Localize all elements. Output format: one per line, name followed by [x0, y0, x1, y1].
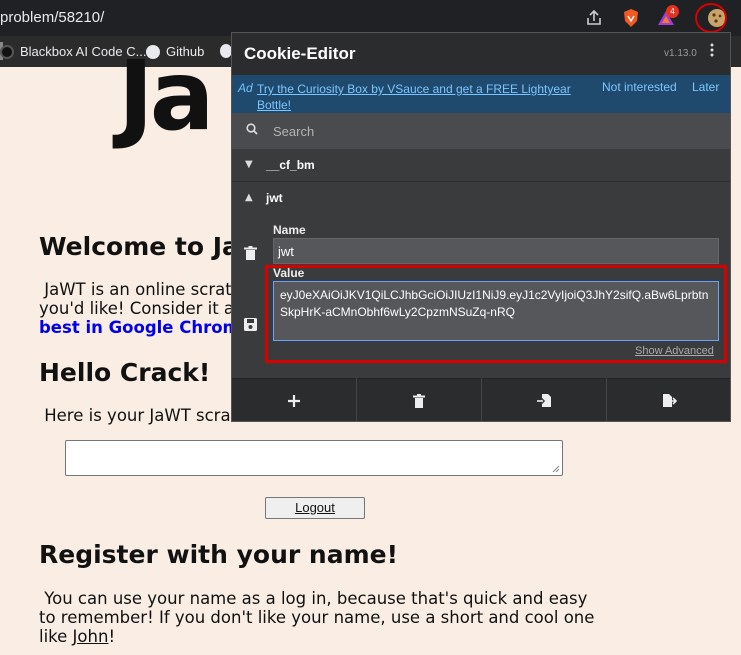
- browser-recommendation-link[interactable]: best in Google Chrom: [39, 318, 240, 337]
- cookie-row-jwt[interactable]: ▲ jwt: [232, 182, 730, 215]
- search-icon: [246, 123, 258, 135]
- name-label: Name: [273, 223, 306, 237]
- plus-icon: [288, 394, 300, 407]
- register-line3-suffix: !: [108, 627, 116, 646]
- delete-all-button[interactable]: [357, 378, 482, 421]
- cookie-row-cf-bm[interactable]: ▼ __cf_bm: [232, 149, 730, 182]
- chevron-up-icon: ▲: [245, 192, 253, 203]
- scratchpad-textarea[interactable]: [65, 440, 563, 476]
- kebab-menu-icon[interactable]: [708, 43, 716, 61]
- share-icon[interactable]: [583, 7, 605, 29]
- register-name-example: John: [72, 627, 109, 646]
- ad-not-interested-button[interactable]: Not interested: [602, 80, 677, 94]
- cookie-name-input[interactable]: jwt: [273, 238, 719, 264]
- scratchpad-intro: Here is your JaWT scrat: [39, 406, 237, 425]
- popup-title: Cookie-Editor: [244, 44, 356, 63]
- address-bar-url[interactable]: problem/58210/: [0, 9, 104, 26]
- ad-link[interactable]: Try the Curiosity Box by VSauce and get …: [257, 81, 597, 113]
- import-icon: [536, 394, 551, 407]
- blackbox-icon: [0, 44, 14, 59]
- export-icon: [663, 394, 677, 407]
- search-input[interactable]: Search: [273, 124, 314, 139]
- cookie-name: __cf_bm: [266, 158, 315, 172]
- logout-button[interactable]: Logout: [265, 497, 365, 519]
- brave-shield-icon[interactable]: [620, 7, 642, 29]
- register-line3-prefix: like: [39, 627, 73, 646]
- scratchpad-intro-text: Here is your JaWT scrat: [44, 406, 238, 425]
- register-heading: Register with your name!: [39, 540, 398, 569]
- hello-heading: Hello Crack!: [39, 358, 211, 387]
- delete-cookie-icon[interactable]: [244, 246, 257, 261]
- intro-line2: you'd like! Consider it a: [39, 299, 235, 318]
- import-button[interactable]: [482, 378, 607, 421]
- popup-version: v1.13.0: [664, 48, 697, 59]
- register-line3: like John!: [39, 627, 115, 646]
- add-cookie-button[interactable]: [232, 378, 357, 421]
- cookie-name: jwt: [266, 191, 283, 205]
- register-line1: You can use your name as a log in, becau…: [44, 589, 588, 608]
- chevron-down-icon: ▼: [245, 159, 253, 170]
- register-line2: to remember! If you don't like your name…: [39, 608, 595, 627]
- welcome-heading: Welcome to Ja: [39, 232, 239, 261]
- export-button[interactable]: [607, 378, 730, 421]
- site-logo: Ja: [118, 40, 214, 152]
- cookie-editor-popup: Cookie-Editor v1.13.0 Ad Try the Curiosi…: [231, 32, 731, 422]
- save-cookie-icon[interactable]: [244, 318, 257, 331]
- intro-line1: JaWT is an online scrat: [44, 280, 232, 299]
- ad-later-button[interactable]: Later: [692, 80, 719, 94]
- trash-icon: [413, 393, 425, 408]
- intro-text: JaWT is an online scrat: [39, 280, 232, 299]
- annotation-highlight-box: [265, 265, 727, 363]
- resize-handle-icon[interactable]: [552, 465, 560, 473]
- register-text-1: You can use your name as a log in, becau…: [39, 589, 587, 608]
- annotation-circle: [695, 3, 727, 33]
- rewards-badge: 4: [666, 5, 679, 18]
- ad-tag: Ad: [238, 81, 253, 95]
